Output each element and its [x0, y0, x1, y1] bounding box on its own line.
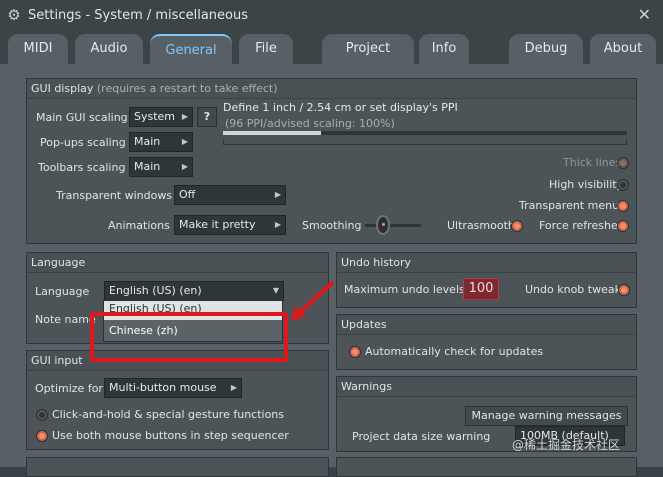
max-undo-label: Maximum undo levels: [344, 283, 465, 296]
optimize-for-value: Multi-button mouse: [109, 381, 217, 394]
highlight-box: [90, 312, 288, 362]
click-hold-label: Click-and-hold & special gesture functio…: [52, 408, 285, 421]
window-title: Settings - System / miscellaneous: [28, 7, 248, 23]
undo-history-group: Undo history Maximum undo levels 100 Und…: [336, 252, 637, 308]
auto-update-radio[interactable]: [349, 346, 361, 358]
popups-scaling-dropdown[interactable]: Main ▶: [129, 132, 193, 152]
tab-general[interactable]: General: [150, 34, 232, 64]
undo-knob-tweaks-radio[interactable]: [618, 284, 630, 296]
max-undo-value[interactable]: 100: [463, 278, 499, 300]
main-scaling-label: Main GUI scaling: [36, 111, 128, 124]
main-scaling-dropdown[interactable]: System ▶: [129, 107, 193, 127]
note-name-label: Note name: [35, 313, 96, 326]
gui-display-title: GUI display: [31, 82, 94, 95]
ppi-text: Define 1 inch / 2.54 cm or set display's…: [223, 101, 458, 114]
ppi-ruler: [223, 139, 627, 145]
ppi-subtext: (96 PPI/advised scaling: 100%): [225, 117, 395, 130]
gui-display-header: GUI display (requires a restart to take …: [27, 79, 636, 99]
help-button[interactable]: ?: [197, 107, 217, 127]
arrow-right-icon: ▶: [181, 162, 188, 171]
tab-bar: MIDI Audio General File Project Info Deb…: [0, 30, 663, 64]
smoothing-slider-track[interactable]: [365, 224, 421, 227]
tab-debug[interactable]: Debug: [509, 34, 583, 64]
animations-value: Make it pretty: [179, 218, 256, 231]
gui-display-group: GUI display (requires a restart to take …: [26, 78, 637, 244]
optimize-for-dropdown[interactable]: Multi-button mouse ▶: [104, 378, 242, 398]
undo-history-header: Undo history: [337, 253, 636, 273]
tab-info[interactable]: Info: [419, 34, 469, 64]
transparent-menus-radio[interactable]: [617, 200, 629, 212]
animations-dropdown[interactable]: Make it pretty ▶: [174, 215, 286, 235]
toolbars-scaling-dropdown[interactable]: Main ▶: [129, 157, 193, 177]
arrow-right-icon: ▶: [274, 220, 281, 229]
force-refreshes-radio[interactable]: [617, 220, 629, 232]
close-icon[interactable]: ✕: [638, 5, 651, 24]
smoothing-label: Smoothing: [302, 219, 362, 232]
settings-window: ⚙ Settings - System / miscellaneous ✕ MI…: [0, 0, 663, 477]
next-group-right: [336, 457, 637, 477]
arrow-annotation-icon: [290, 280, 335, 321]
main-scaling-value: System: [134, 110, 176, 123]
knob-indicator: [382, 223, 385, 226]
both-buttons-radio[interactable]: [36, 430, 48, 442]
click-hold-radio[interactable]: [36, 409, 48, 421]
warnings-header: Warnings: [337, 377, 636, 397]
optimize-for-label: Optimize for: [35, 382, 103, 395]
animations-label: Animations: [108, 219, 170, 232]
arrow-right-icon: ▶: [181, 137, 188, 146]
language-label: Language: [35, 285, 90, 298]
transparent-windows-label: Transparent windows: [56, 189, 173, 202]
high-visibility-label: High visibility: [549, 178, 624, 191]
title-bar: ⚙ Settings - System / miscellaneous ✕: [0, 0, 663, 30]
language-value: English (US) (en): [109, 284, 202, 297]
auto-update-label: Automatically check for updates: [365, 345, 544, 358]
next-group-left: [26, 457, 329, 477]
thick-lines-radio[interactable]: [617, 157, 629, 169]
ultrasmooth-label: Ultrasmooth: [447, 219, 515, 232]
force-refreshes-label: Force refreshes: [539, 219, 624, 232]
thick-lines-label: Thick lines: [563, 156, 622, 169]
watermark: @稀土掘金技术社区: [512, 438, 621, 452]
ultrasmooth-radio[interactable]: [511, 220, 523, 232]
tab-about[interactable]: About: [590, 34, 656, 64]
transparent-windows-value: Off: [179, 188, 196, 201]
high-visibility-radio[interactable]: [617, 179, 629, 191]
popups-scaling-value: Main: [134, 135, 161, 148]
updates-header: Updates: [337, 315, 636, 335]
popups-scaling-label: Pop-ups scaling: [40, 136, 126, 149]
chevron-down-icon: ▼: [272, 286, 279, 295]
toolbars-scaling-value: Main: [134, 160, 161, 173]
ppi-slider-fill: [223, 131, 321, 135]
tab-midi[interactable]: MIDI: [8, 34, 68, 64]
project-size-label: Project data size warning: [352, 430, 491, 443]
transparent-windows-dropdown[interactable]: Off ▶: [174, 185, 286, 205]
gear-icon: ⚙: [7, 6, 21, 24]
arrow-right-icon: ▶: [181, 112, 188, 121]
gui-display-subtitle: (requires a restart to take effect): [96, 82, 278, 95]
undo-knob-tweaks-label: Undo knob tweaks: [525, 283, 627, 296]
manage-warnings-button[interactable]: Manage warning messages: [465, 406, 628, 426]
toolbars-scaling-label: Toolbars scaling: [38, 161, 126, 174]
transparent-menus-label: Transparent menus: [519, 199, 625, 212]
updates-group: Updates Automatically check for updates: [336, 314, 637, 370]
both-buttons-label: Use both mouse buttons in step sequencer: [52, 429, 289, 442]
language-dropdown[interactable]: English (US) (en) ▼: [104, 281, 284, 301]
smoothing-knob[interactable]: [376, 215, 390, 235]
tab-file[interactable]: File: [239, 34, 293, 64]
tab-audio[interactable]: Audio: [75, 34, 143, 64]
arrow-right-icon: ▶: [230, 383, 237, 392]
language-header: Language: [27, 253, 328, 273]
arrow-right-icon: ▶: [274, 190, 281, 199]
gui-input-group: GUI input Optimize for Multi-button mous…: [26, 350, 329, 450]
tab-project[interactable]: Project: [322, 34, 414, 64]
settings-body: GUI display (requires a restart to take …: [0, 64, 663, 477]
